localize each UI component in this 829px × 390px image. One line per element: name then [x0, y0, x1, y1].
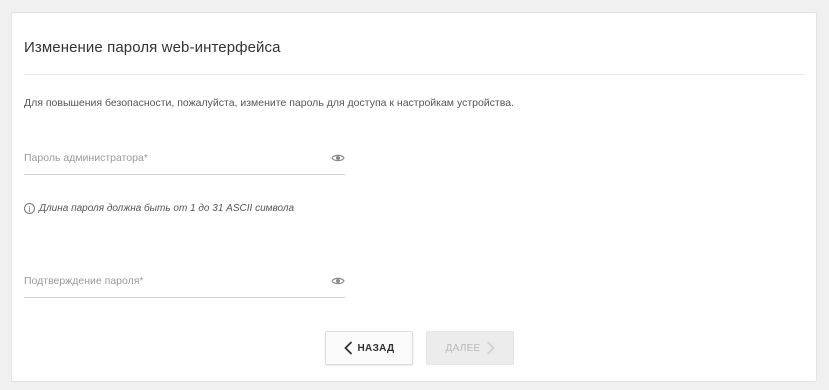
confirm-password-field[interactable] — [24, 271, 345, 298]
page: Изменение пароля web-интерфейса Для повы… — [0, 0, 829, 390]
next-button[interactable]: ДАЛЕЕ — [426, 331, 514, 365]
admin-password-field[interactable] — [24, 148, 345, 175]
chevron-left-icon — [343, 341, 353, 355]
next-button-label: ДАЛЕЕ — [445, 342, 481, 354]
info-icon: i — [24, 203, 35, 214]
password-length-hint: i Длина пароля должна быть от 1 до 31 AS… — [24, 203, 294, 214]
back-button-label: НАЗАД — [357, 342, 395, 354]
back-button[interactable]: НАЗАД — [325, 331, 413, 365]
eye-icon[interactable] — [331, 274, 345, 288]
description-text: Для повышения безопасности, пожалуйста, … — [24, 97, 514, 109]
page-title: Изменение пароля web-интерфейса — [24, 39, 281, 56]
confirm-password-input[interactable] — [24, 275, 314, 287]
password-change-card — [11, 12, 817, 382]
hint-text: Длина пароля должна быть от 1 до 31 ASCI… — [39, 203, 295, 214]
title-divider — [24, 74, 805, 75]
admin-password-input[interactable] — [24, 152, 314, 164]
eye-icon[interactable] — [331, 151, 345, 165]
chevron-right-icon — [486, 341, 495, 355]
